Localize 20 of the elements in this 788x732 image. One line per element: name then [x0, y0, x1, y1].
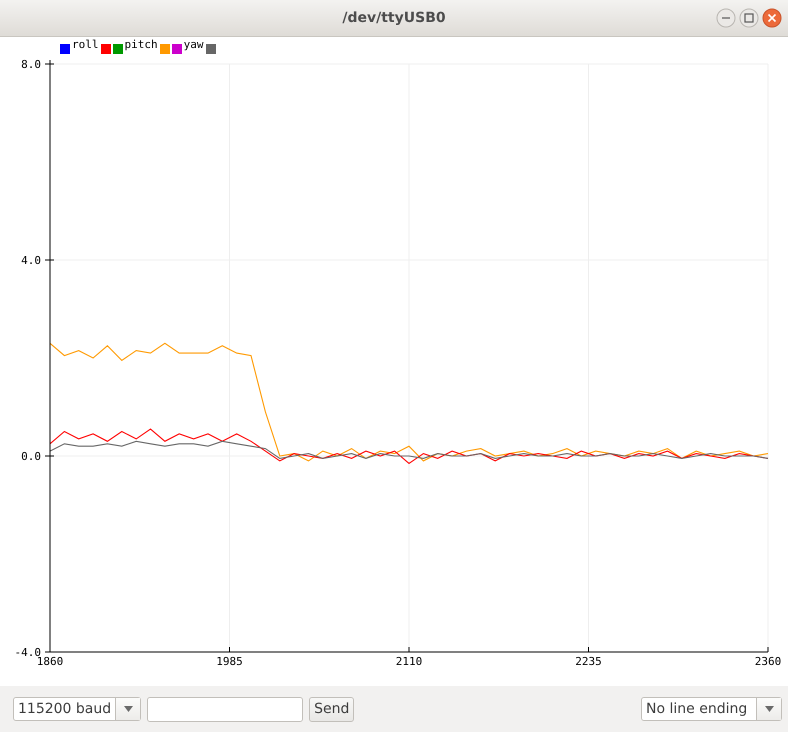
window-title: /dev/ttyUSB0 — [342, 10, 446, 26]
y-tick-label: 4.0 — [21, 254, 41, 267]
x-tick-label: 1860 — [36, 655, 64, 668]
caret-icon — [764, 706, 774, 712]
line-ending-dropdown[interactable]: No line ending — [641, 697, 782, 721]
x-tick-label: 2360 — [754, 655, 782, 668]
x-tick-label: 2110 — [396, 655, 422, 668]
legend-label: pitch — [124, 38, 158, 52]
close-icon[interactable] — [762, 8, 782, 28]
maximize-icon[interactable] — [739, 8, 759, 28]
baud-rate-dropdown[interactable]: 115200 baud — [13, 697, 142, 721]
legend-label: roll — [72, 38, 98, 52]
message-input-field[interactable] — [147, 696, 304, 722]
x-tick-label: 1985 — [216, 655, 243, 668]
x-tick-label: 2235 — [575, 655, 602, 668]
caret-icon — [124, 706, 133, 712]
send-button[interactable]: Send — [309, 696, 354, 722]
y-tick-label: 8.0 — [21, 58, 41, 71]
legend-label: yaw — [184, 38, 204, 52]
y-tick-label: 0.0 — [21, 450, 41, 463]
